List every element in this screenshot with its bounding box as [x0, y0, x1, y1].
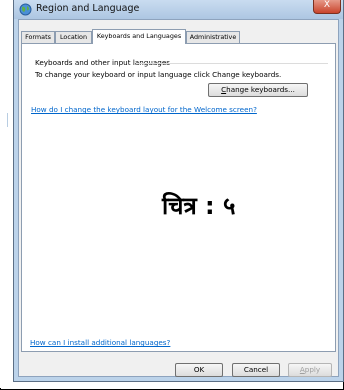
tab-administrative[interactable]: Administrative: [186, 31, 240, 43]
keyboards-tab-panel: Keyboards and other input languages To c…: [21, 43, 336, 352]
window-title: Region and Language: [36, 3, 140, 14]
title-bar[interactable]: Region and Language X: [14, 0, 343, 19]
apply-button[interactable]: Apply: [288, 363, 332, 377]
globe-icon: [19, 3, 32, 16]
welcome-screen-layout-link[interactable]: How do I change the keyboard layout for …: [31, 105, 257, 114]
edge-tick: [7, 113, 8, 127]
apply-label: pply: [304, 365, 321, 374]
region-and-language-dialog: Region and Language X Formats Location K…: [13, 0, 344, 382]
cancel-button[interactable]: Cancel: [232, 363, 280, 377]
ok-button[interactable]: OK: [175, 363, 223, 377]
dialog-client-area: Formats Location Keyboards and Languages…: [18, 19, 339, 377]
tab-keyboards-and-languages[interactable]: Keyboards and Languages: [92, 29, 186, 44]
keyboards-description: To change your keyboard or input languag…: [35, 70, 282, 79]
tab-location[interactable]: Location: [55, 31, 92, 43]
close-icon[interactable]: X: [313, 0, 341, 14]
background-edge: [0, 0, 13, 388]
change-keyboards-button[interactable]: Change keyboards...: [208, 83, 308, 97]
change-keyboards-label: hange keyboards...: [226, 85, 295, 94]
tab-formats[interactable]: Formats: [21, 31, 55, 43]
install-languages-link[interactable]: How can I install additional languages?: [30, 338, 170, 347]
figure-caption: चित्र : ५: [162, 192, 236, 220]
group-divider: [138, 63, 328, 64]
